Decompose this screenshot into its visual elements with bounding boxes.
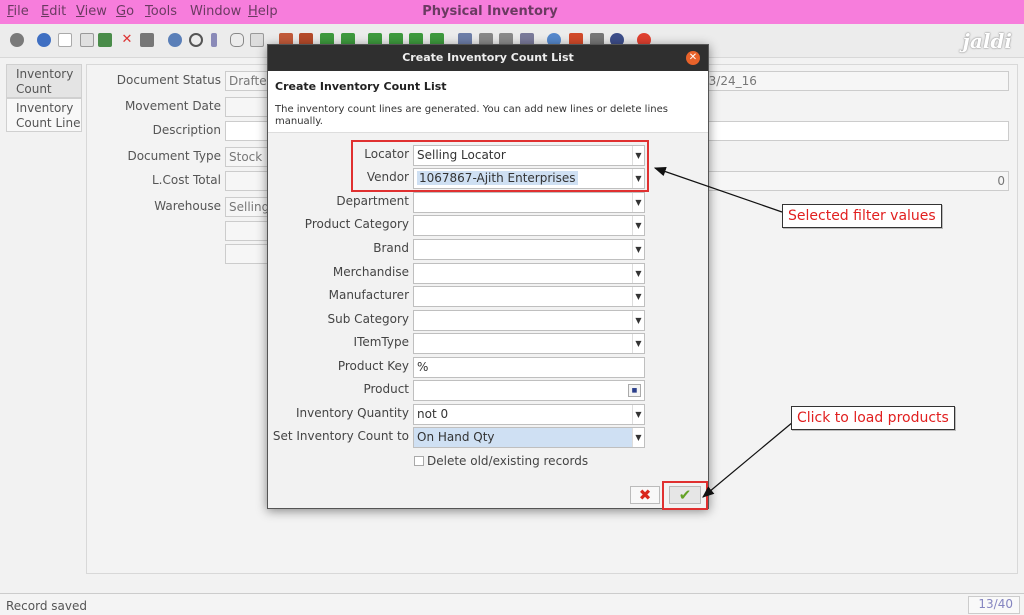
dialog-titlebar: Create Inventory Count List bbox=[268, 45, 708, 71]
chevron-down-icon[interactable]: ▼ bbox=[632, 405, 644, 424]
menu-bar: File Edit View Go Tools Window Help Phys… bbox=[0, 0, 1024, 24]
document-date-field[interactable]: 13/24_16 bbox=[697, 71, 1009, 91]
status-message: Record saved bbox=[6, 599, 87, 613]
cancel-button[interactable]: ✖ bbox=[630, 486, 660, 504]
inventory-quantity-label: Inventory Quantity bbox=[296, 406, 409, 420]
inventory-quantity-value: not 0 bbox=[417, 407, 449, 421]
merchandise-select[interactable]: ▼ bbox=[413, 263, 645, 284]
chevron-down-icon[interactable]: ▼ bbox=[632, 287, 644, 306]
product-lookup-icon[interactable]: ■ bbox=[628, 384, 641, 397]
chevron-down-icon[interactable]: ▼ bbox=[632, 428, 644, 447]
product-category-label: Product Category bbox=[304, 217, 409, 231]
tab-inventory-count[interactable]: Inventory Count bbox=[6, 64, 82, 98]
department-select[interactable]: ▼ bbox=[413, 192, 645, 213]
chevron-down-icon[interactable]: ▼ bbox=[632, 311, 644, 330]
copy-icon[interactable] bbox=[80, 33, 94, 47]
delete-icon[interactable]: ✕ bbox=[120, 33, 134, 47]
chat-icon[interactable] bbox=[230, 33, 244, 47]
refresh-icon[interactable] bbox=[168, 33, 182, 47]
product-key-input[interactable]: % bbox=[413, 357, 645, 378]
dialog-header-description: The inventory count lines are generated.… bbox=[275, 104, 668, 127]
window-title: Physical Inventory bbox=[422, 4, 558, 19]
lcost-total-label: L.Cost Total bbox=[151, 173, 221, 187]
filter-values-highlight bbox=[351, 140, 649, 192]
document-status-label: Document Status bbox=[116, 73, 221, 87]
jaldi-logo: jaldi bbox=[962, 29, 1012, 53]
undo-icon[interactable] bbox=[10, 33, 24, 47]
close-icon[interactable]: ✕ bbox=[686, 51, 700, 65]
department-label: Department bbox=[336, 194, 409, 208]
find-icon[interactable] bbox=[189, 33, 203, 47]
help-icon[interactable] bbox=[37, 33, 51, 47]
set-inventory-count-select[interactable]: On Hand Qty ▼ bbox=[413, 427, 645, 448]
chevron-down-icon[interactable]: ▼ bbox=[632, 193, 644, 212]
brand-label: Brand bbox=[373, 241, 409, 255]
product-label: Product bbox=[363, 382, 409, 396]
description-field-right[interactable] bbox=[697, 121, 1009, 141]
attachment-icon[interactable] bbox=[211, 33, 217, 47]
product-category-select[interactable]: ▼ bbox=[413, 215, 645, 236]
save-icon[interactable] bbox=[98, 33, 112, 47]
brand-select[interactable]: ▼ bbox=[413, 239, 645, 260]
callout-selected-filter-values: Selected filter values bbox=[782, 204, 942, 228]
merchandise-label: Merchandise bbox=[332, 265, 409, 279]
warehouse-label: Warehouse bbox=[154, 199, 221, 213]
product-key-label: Product Key bbox=[337, 359, 409, 373]
document-type-label: Document Type bbox=[127, 149, 221, 163]
lcost-total-field: 0 bbox=[697, 171, 1009, 191]
chevron-down-icon[interactable]: ▼ bbox=[632, 216, 644, 235]
dialog-header-title: Create Inventory Count List bbox=[275, 80, 447, 93]
manufacturer-label: Manufacturer bbox=[328, 288, 409, 302]
new-icon[interactable] bbox=[58, 33, 72, 47]
create-inventory-count-dialog: Create Inventory Count List ✕ Create Inv… bbox=[267, 44, 709, 509]
chevron-down-icon[interactable]: ▼ bbox=[632, 264, 644, 283]
product-search-field[interactable]: ■ bbox=[413, 380, 645, 401]
chevron-down-icon[interactable]: ▼ bbox=[632, 240, 644, 259]
inventory-quantity-select[interactable]: not 0 ▼ bbox=[413, 404, 645, 425]
status-bar: Record saved 13/40 bbox=[0, 593, 1024, 615]
tab-inventory-count-line[interactable]: Inventory Count Line bbox=[6, 98, 82, 132]
sub-category-select[interactable]: ▼ bbox=[413, 310, 645, 331]
item-type-select[interactable]: ▼ bbox=[413, 333, 645, 354]
chevron-down-icon[interactable]: ▼ bbox=[632, 334, 644, 353]
grid-icon[interactable] bbox=[140, 33, 154, 47]
delete-old-records-label: Delete old/existing records bbox=[427, 454, 589, 468]
description-label: Description bbox=[152, 123, 221, 137]
sub-category-label: Sub Category bbox=[327, 312, 409, 326]
tab-list: Inventory Count Inventory Count Line bbox=[6, 64, 82, 132]
set-inventory-count-label: Set Inventory Count to bbox=[272, 429, 409, 443]
set-inventory-count-value: On Hand Qty bbox=[417, 430, 495, 444]
manufacturer-select[interactable]: ▼ bbox=[413, 286, 645, 307]
delete-old-records-checkbox[interactable] bbox=[414, 456, 424, 466]
history-icon[interactable] bbox=[250, 33, 264, 47]
item-type-label: ITemType bbox=[353, 335, 409, 349]
ok-button-highlight bbox=[662, 481, 708, 510]
callout-click-to-load-products: Click to load products bbox=[791, 406, 955, 430]
movement-date-label: Movement Date bbox=[124, 99, 221, 113]
record-count: 13/40 bbox=[968, 596, 1020, 614]
dialog-header: Create Inventory Count List The inventor… bbox=[268, 71, 708, 133]
